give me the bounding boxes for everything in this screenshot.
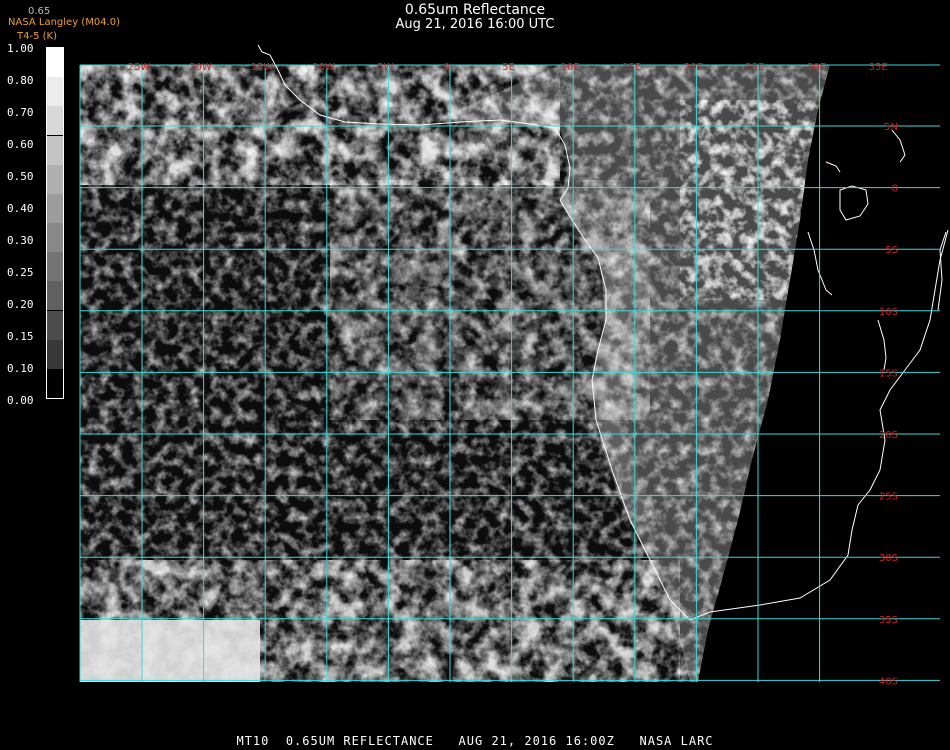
latitude-label: 15S [879,368,898,379]
latitude-label: 25S [879,492,898,503]
latitude-labels: 5N 0 5S 10S 15S 20S 25S 30S 35S 40S [879,122,898,687]
satellite-map: 25W 20W 15W 10W 5W 0 5E 10E 15E 20E 25E 30E 35E 5N05… [79,44,949,687]
longitude-label: 25W [128,62,151,73]
latitude-label: 30S [879,553,898,564]
longitude-label: 5E [502,62,515,73]
coastline-east-africa [869,229,949,491]
longitude-label: 20W [189,62,212,73]
longitude-label: 25E [745,62,764,73]
latitude-label: 5S [885,245,898,256]
satellite-image [80,65,830,682]
longitude-label: 15E [622,62,641,73]
latitude-label: 20S [879,430,898,441]
longitude-label: 30E [807,62,826,73]
lake-malawi [877,319,887,371]
footer-caption: MT10 0.65UM REFLECTANCE AUG 21, 2016 16:… [236,734,714,748]
lake-chad-coast [891,129,906,163]
lake-victoria [839,185,869,221]
latitude-label: 5N [884,122,898,133]
longitude-label: 35E [869,62,888,73]
longitude-label: 5W [377,62,393,73]
latitude-label: 10S [879,307,898,318]
latitude-label: 35S [879,615,898,626]
longitude-label: 15W [251,62,274,73]
longitude-label: 20E [684,62,703,73]
lake-small [825,161,841,173]
latitude-label: 40S [879,676,898,687]
latitude-label: 0 [892,184,898,195]
longitude-label: 0 [444,62,450,73]
longitude-label: 10W [312,62,335,73]
longitude-label: 10E [561,62,580,73]
